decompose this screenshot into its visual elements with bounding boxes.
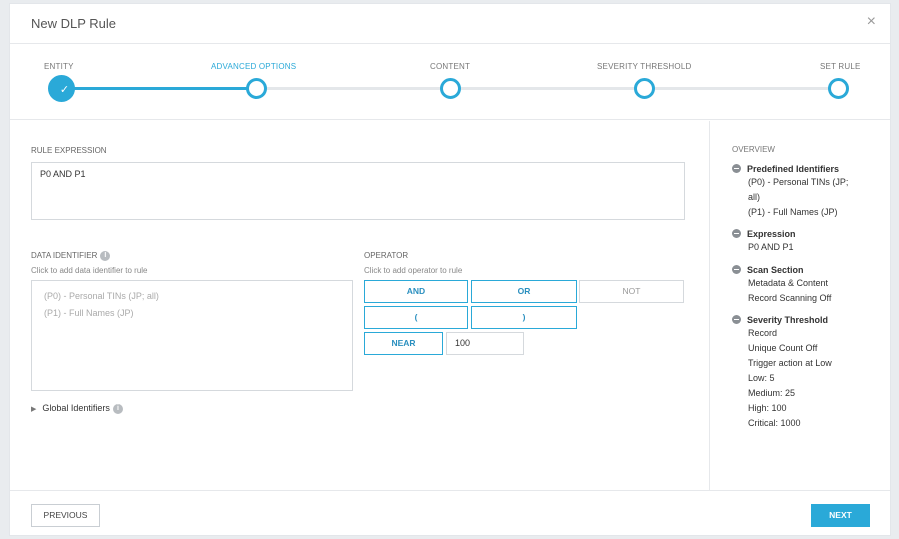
- overview-line: Low: 5: [748, 373, 775, 383]
- collapse-icon: [732, 164, 741, 173]
- overview-severity-heading[interactable]: Severity Threshold: [732, 314, 832, 326]
- near-distance-input[interactable]: 100: [446, 332, 524, 355]
- next-button[interactable]: NEXT: [811, 504, 870, 527]
- data-identifier-label-text: DATA IDENTIFIER: [31, 251, 98, 261]
- overview-line: Unique Count Off: [748, 343, 818, 353]
- global-identifiers-label: Global Identifiers: [42, 403, 110, 413]
- overview-line: Medium: 25: [748, 388, 796, 398]
- step-severity-threshold-circle[interactable]: [634, 78, 655, 99]
- previous-button[interactable]: PREVIOUS: [31, 504, 100, 527]
- step-advanced-options-circle[interactable]: [246, 78, 267, 99]
- overview-line: Metadata & Content: [748, 278, 829, 288]
- rule-expression-label: RULE EXPRESSION: [31, 146, 107, 155]
- rule-expression-field[interactable]: P0 AND P1: [31, 162, 685, 220]
- overview-expression: Expression P0 AND P1: [732, 228, 796, 255]
- close-paren-button[interactable]: ): [471, 306, 577, 329]
- overview-heading-text: Severity Threshold: [747, 315, 829, 325]
- dialog-title: New DLP Rule: [31, 16, 117, 31]
- overview-line: all): [748, 192, 761, 202]
- overview-heading-text: Scan Section: [747, 265, 804, 275]
- rule-expression-value: P0 AND P1: [40, 169, 86, 179]
- operator-hint: Click to add operator to rule: [364, 266, 463, 275]
- step-label-advanced-options: ADVANCED OPTIONS: [211, 62, 297, 71]
- overview-expression-heading[interactable]: Expression: [732, 228, 796, 240]
- open-paren-button[interactable]: (: [364, 306, 468, 329]
- collapse-icon: [732, 265, 741, 274]
- overview-predefined-heading[interactable]: Predefined Identifiers: [732, 163, 848, 175]
- overview-line: Record Scanning Off: [748, 293, 832, 303]
- operator-label: OPERATOR: [364, 251, 409, 260]
- data-identifier-item[interactable]: (P0) - Personal TINs (JP; all): [44, 291, 159, 301]
- stepper-track-done: [61, 87, 256, 90]
- info-icon[interactable]: i: [112, 403, 123, 414]
- overview-scan-section: Scan Section Metadata & Content Record S…: [732, 264, 831, 306]
- overview-severity-threshold: Severity Threshold Record Unique Count O…: [732, 314, 832, 431]
- data-identifier-item[interactable]: (P1) - Full Names (JP): [44, 308, 134, 318]
- overview-line: Trigger action at Low: [748, 358, 832, 368]
- info-icon[interactable]: i: [100, 251, 111, 261]
- step-set-rule-circle[interactable]: [828, 78, 849, 99]
- step-label-entity: ENTITY: [44, 62, 74, 71]
- overview-line: Critical: 1000: [748, 418, 801, 428]
- and-operator-button[interactable]: AND: [364, 280, 468, 303]
- global-identifiers-toggle[interactable]: ▶ Global Identifiers i: [31, 403, 123, 414]
- overview-line: P0 AND P1: [748, 242, 794, 252]
- wizard-stepper: ENTITY ADVANCED OPTIONS CONTENT SEVERITY…: [10, 44, 890, 120]
- data-identifier-list: (P0) - Personal TINs (JP; all) (P1) - Fu…: [31, 280, 353, 391]
- data-identifier-label: DATA IDENTIFIER i: [31, 251, 111, 261]
- rule-editor-panel: RULE EXPRESSION P0 AND P1 DATA IDENTIFIE…: [10, 121, 710, 490]
- expand-triangle-icon: ▶: [31, 406, 37, 413]
- near-operator-button[interactable]: NEAR: [364, 332, 443, 355]
- overview-heading-text: Expression: [747, 229, 796, 239]
- step-entity-check-icon[interactable]: [48, 75, 78, 102]
- overview-heading-text: Predefined Identifiers: [747, 164, 840, 174]
- step-content-circle[interactable]: [440, 78, 461, 99]
- overview-predefined-identifiers: Predefined Identifiers (P0) - Personal T…: [732, 163, 848, 220]
- overview-line: (P0) - Personal TINs (JP;: [748, 177, 849, 187]
- data-identifier-hint: Click to add data identifier to rule: [31, 266, 148, 275]
- overview-title: OVERVIEW: [732, 145, 775, 154]
- step-label-content: CONTENT: [430, 62, 471, 71]
- step-label-severity-threshold: SEVERITY THRESHOLD: [597, 62, 692, 71]
- dialog-footer: PREVIOUS NEXT: [10, 490, 890, 536]
- not-operator-button[interactable]: NOT: [579, 280, 684, 303]
- overview-line: Record: [748, 328, 778, 338]
- step-label-set-rule: SET RULE: [820, 62, 861, 71]
- overview-panel: OVERVIEW Predefined Identifiers (P0) - P…: [709, 121, 890, 490]
- close-icon[interactable]: ×: [867, 14, 876, 30]
- overview-line: (P1) - Full Names (JP): [748, 207, 838, 217]
- overview-scan-heading[interactable]: Scan Section: [732, 264, 831, 276]
- collapse-icon: [732, 315, 741, 324]
- stepper-track-pending: [256, 87, 840, 90]
- new-dlp-rule-dialog: New DLP Rule × ENTITY ADVANCED OPTIONS C…: [9, 3, 891, 536]
- collapse-icon: [732, 229, 741, 238]
- or-operator-button[interactable]: OR: [471, 280, 577, 303]
- overview-line: High: 100: [748, 403, 787, 413]
- dialog-header: New DLP Rule ×: [10, 4, 890, 44]
